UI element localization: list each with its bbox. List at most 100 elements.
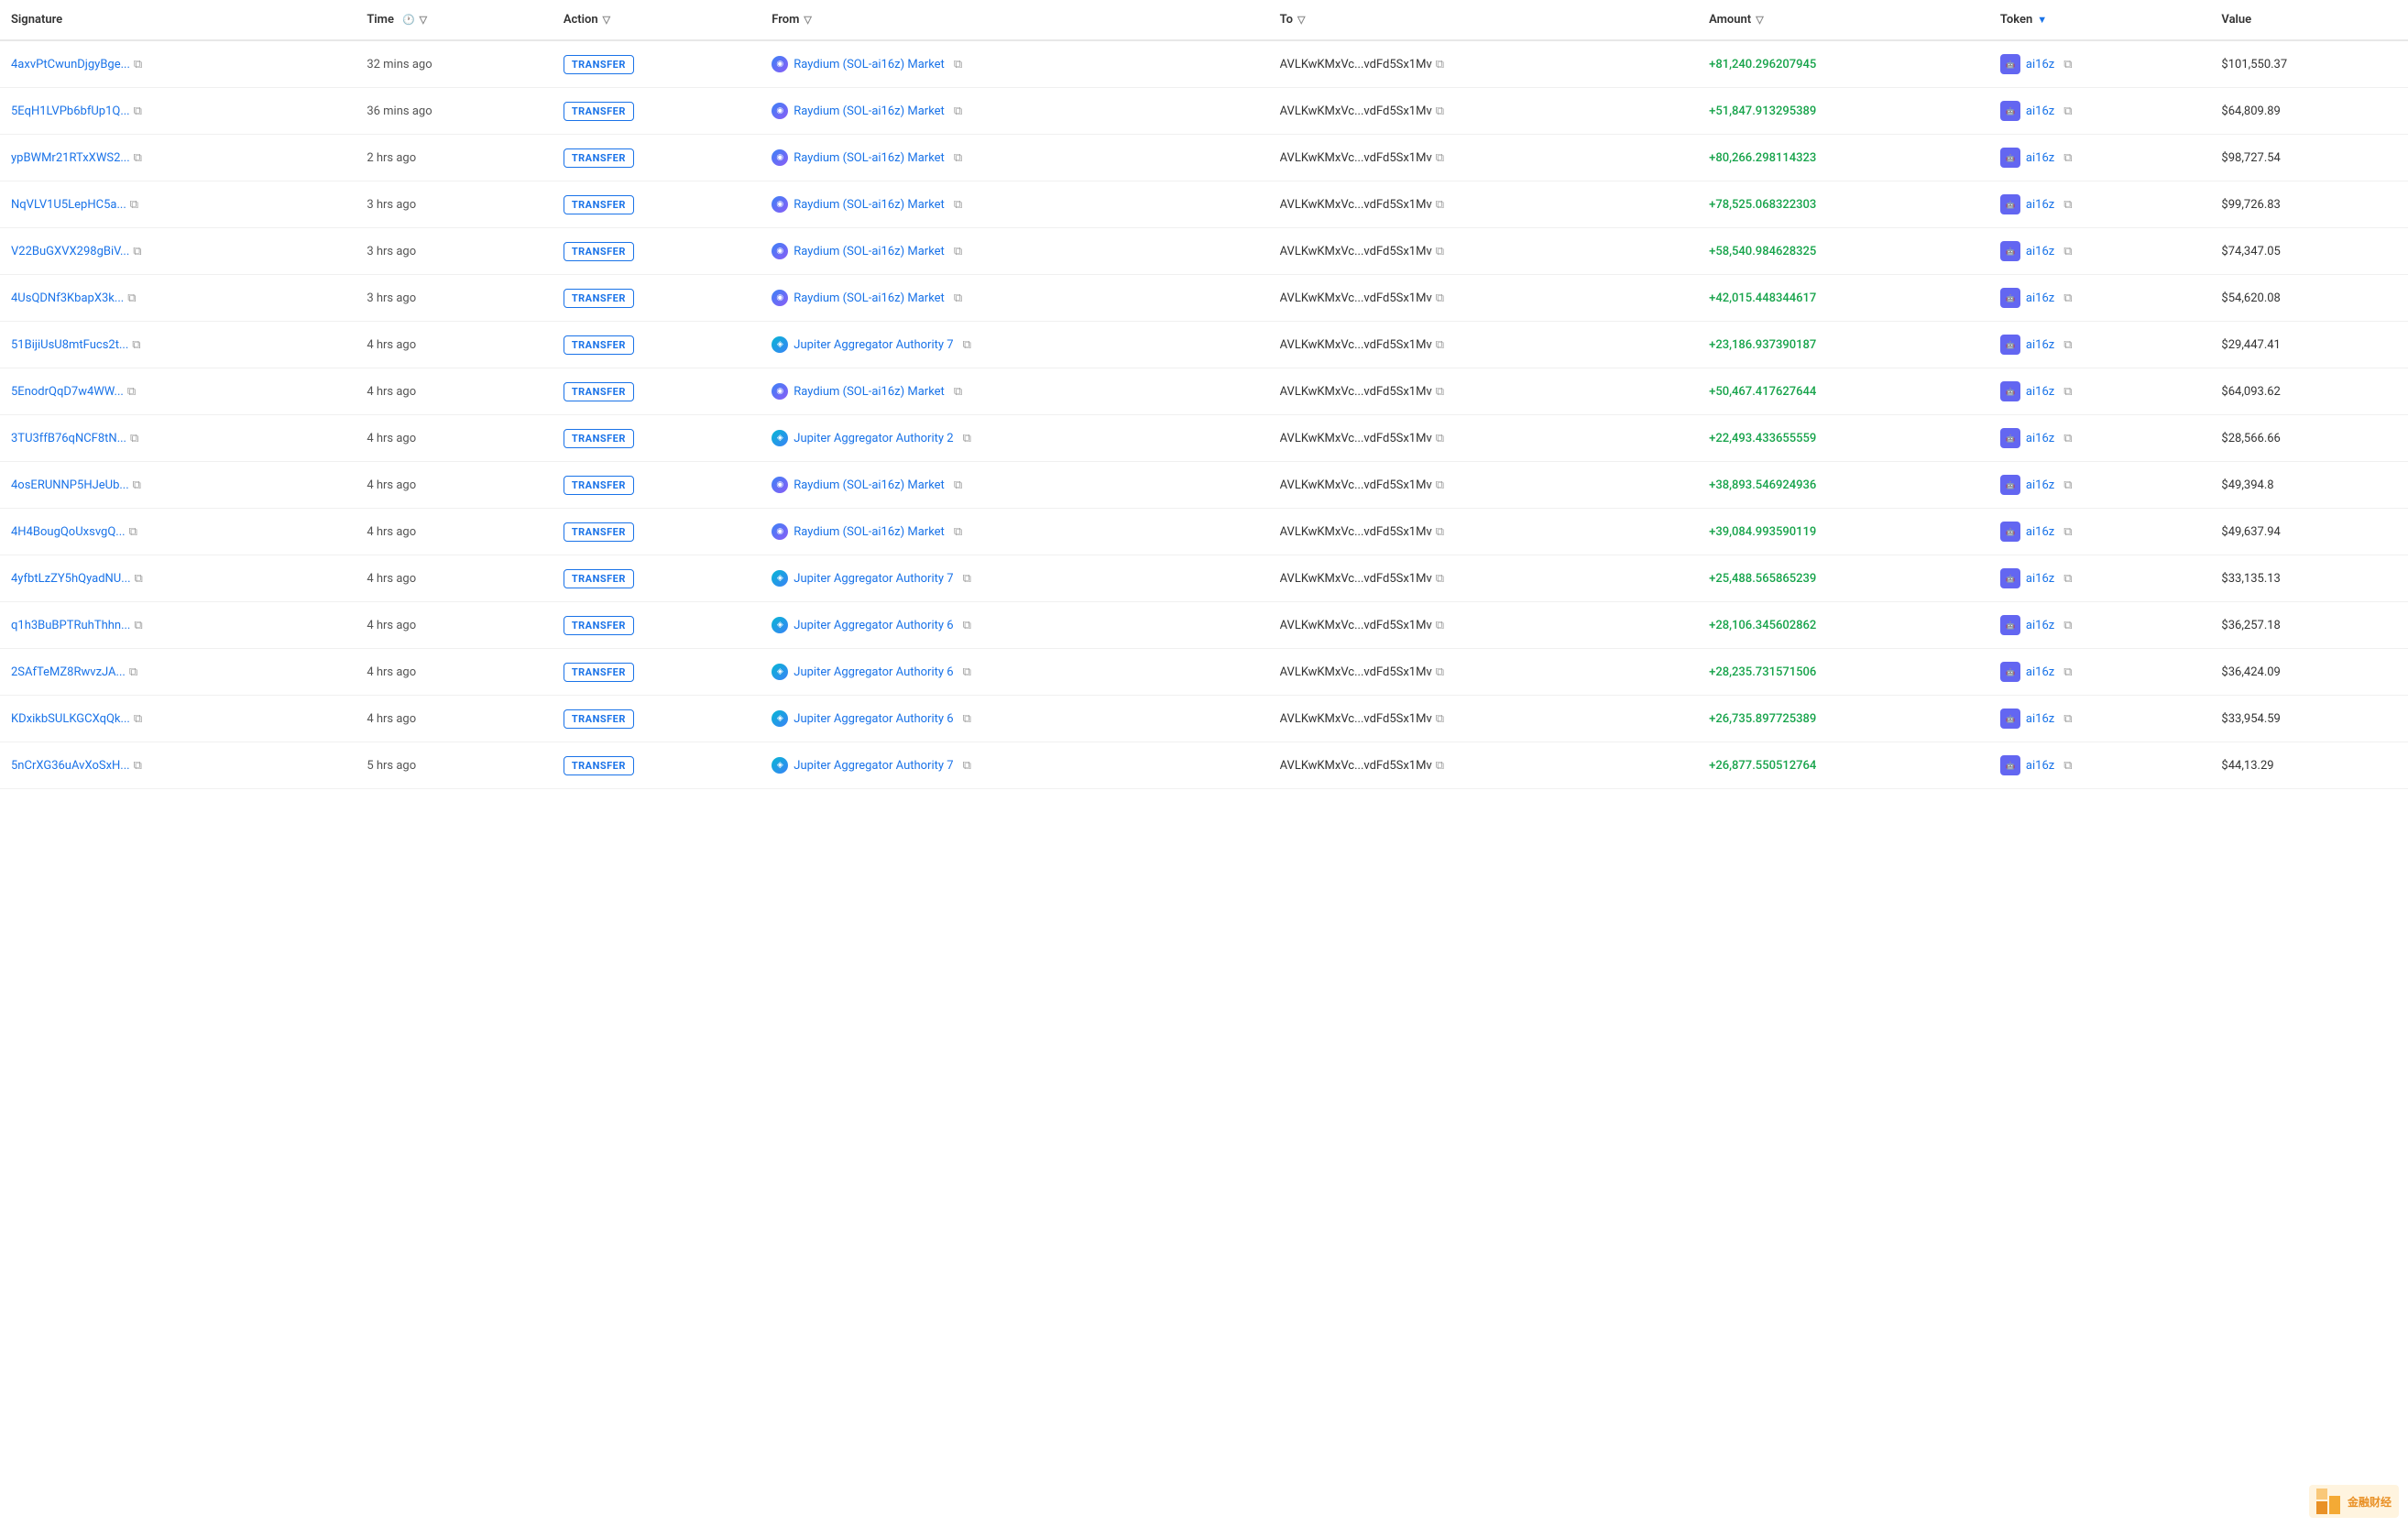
action-filter-icon[interactable]: ▽ <box>603 14 610 26</box>
signature-link[interactable]: 5EqH1LVPb6bfUp1Q... <box>11 104 130 118</box>
token-copy-icon[interactable]: ⧉ <box>2063 525 2076 538</box>
from-copy-icon[interactable]: ⧉ <box>963 665 976 678</box>
token-label-link[interactable]: ai16z <box>2026 151 2054 165</box>
copy-icon[interactable]: ⧉ <box>129 525 142 538</box>
token-copy-icon[interactable]: ⧉ <box>2063 198 2076 211</box>
to-copy-icon[interactable]: ⧉ <box>1436 198 1449 211</box>
token-copy-icon[interactable]: ⧉ <box>2063 385 2076 398</box>
token-copy-icon[interactable]: ⧉ <box>2063 759 2076 772</box>
from-address-link[interactable]: Jupiter Aggregator Authority 7 <box>794 759 953 773</box>
from-copy-icon[interactable]: ⧉ <box>963 432 976 445</box>
token-label-link[interactable]: ai16z <box>2026 245 2054 258</box>
signature-link[interactable]: KDxikbSULKGCXqQk... <box>11 712 130 726</box>
token-label-link[interactable]: ai16z <box>2026 432 2054 445</box>
to-copy-icon[interactable]: ⧉ <box>1436 619 1449 632</box>
from-copy-icon[interactable]: ⧉ <box>954 58 967 71</box>
token-filter-icon-active[interactable]: ▼ <box>2037 14 2047 26</box>
signature-link[interactable]: V22BuGXVX298gBiV... <box>11 245 129 258</box>
to-copy-icon[interactable]: ⧉ <box>1436 338 1449 351</box>
from-copy-icon[interactable]: ⧉ <box>963 759 976 772</box>
from-address-link[interactable]: Raydium (SOL-ai16z) Market <box>794 58 945 71</box>
to-copy-icon[interactable]: ⧉ <box>1436 665 1449 678</box>
token-copy-icon[interactable]: ⧉ <box>2063 58 2076 71</box>
copy-icon[interactable]: ⧉ <box>127 291 140 304</box>
copy-icon[interactable]: ⧉ <box>133 478 146 491</box>
token-label-link[interactable]: ai16z <box>2026 665 2054 679</box>
signature-link[interactable]: 2SAfTeMZ8RwvzJA... <box>11 665 126 679</box>
copy-icon[interactable]: ⧉ <box>134 712 147 725</box>
from-copy-icon[interactable]: ⧉ <box>954 151 967 164</box>
token-copy-icon[interactable]: ⧉ <box>2063 104 2076 117</box>
from-copy-icon[interactable]: ⧉ <box>954 104 967 117</box>
signature-link[interactable]: 3TU3ffB76qNCF8tN... <box>11 432 126 445</box>
transfer-badge[interactable]: TRANSFER <box>564 429 634 448</box>
from-copy-icon[interactable]: ⧉ <box>954 291 967 304</box>
token-copy-icon[interactable]: ⧉ <box>2063 665 2076 678</box>
from-copy-icon[interactable]: ⧉ <box>963 619 976 632</box>
transfer-badge[interactable]: TRANSFER <box>564 522 634 542</box>
transfer-badge[interactable]: TRANSFER <box>564 335 634 355</box>
signature-link[interactable]: 5EnodrQqD7w4WW... <box>11 385 124 399</box>
token-label-link[interactable]: ai16z <box>2026 58 2054 71</box>
token-label-link[interactable]: ai16z <box>2026 338 2054 352</box>
from-copy-icon[interactable]: ⧉ <box>963 712 976 725</box>
transfer-badge[interactable]: TRANSFER <box>564 476 634 495</box>
to-copy-icon[interactable]: ⧉ <box>1436 291 1449 304</box>
copy-icon[interactable]: ⧉ <box>134 759 147 772</box>
token-label-link[interactable]: ai16z <box>2026 619 2054 632</box>
from-address-link[interactable]: Raydium (SOL-ai16z) Market <box>794 385 945 399</box>
copy-icon[interactable]: ⧉ <box>133 245 146 258</box>
from-address-link[interactable]: Raydium (SOL-ai16z) Market <box>794 291 945 305</box>
copy-icon[interactable]: ⧉ <box>129 665 142 678</box>
to-copy-icon[interactable]: ⧉ <box>1436 712 1449 725</box>
to-copy-icon[interactable]: ⧉ <box>1436 245 1449 258</box>
signature-link[interactable]: 4axvPtCwunDjgyBge... <box>11 58 130 71</box>
signature-link[interactable]: 4yfbtLzZY5hQyadNU... <box>11 572 131 586</box>
copy-icon[interactable]: ⧉ <box>130 198 143 211</box>
from-address-link[interactable]: Jupiter Aggregator Authority 6 <box>794 619 953 632</box>
transfer-badge[interactable]: TRANSFER <box>564 148 634 168</box>
token-label-link[interactable]: ai16z <box>2026 198 2054 212</box>
time-filter-icon[interactable]: ▽ <box>420 14 427 26</box>
from-copy-icon[interactable]: ⧉ <box>954 385 967 398</box>
transfer-badge[interactable]: TRANSFER <box>564 55 634 74</box>
from-copy-icon[interactable]: ⧉ <box>963 572 976 585</box>
to-copy-icon[interactable]: ⧉ <box>1436 58 1449 71</box>
copy-icon[interactable]: ⧉ <box>134 619 147 632</box>
token-label-link[interactable]: ai16z <box>2026 291 2054 305</box>
to-copy-icon[interactable]: ⧉ <box>1436 151 1449 164</box>
transfer-badge[interactable]: TRANSFER <box>564 616 634 635</box>
signature-link[interactable]: NqVLV1U5LepHC5a... <box>11 198 126 212</box>
copy-icon[interactable]: ⧉ <box>127 385 140 398</box>
token-copy-icon[interactable]: ⧉ <box>2063 619 2076 632</box>
signature-link[interactable]: 4osERUNNP5HJeUb... <box>11 478 129 492</box>
from-copy-icon[interactable]: ⧉ <box>954 198 967 211</box>
from-copy-icon[interactable]: ⧉ <box>963 338 976 351</box>
from-address-link[interactable]: Jupiter Aggregator Authority 7 <box>794 338 953 352</box>
token-copy-icon[interactable]: ⧉ <box>2063 291 2076 304</box>
transfer-badge[interactable]: TRANSFER <box>564 663 634 682</box>
token-copy-icon[interactable]: ⧉ <box>2063 432 2076 445</box>
copy-icon[interactable]: ⧉ <box>130 432 143 445</box>
transfer-badge[interactable]: TRANSFER <box>564 242 634 261</box>
to-copy-icon[interactable]: ⧉ <box>1436 385 1449 398</box>
copy-icon[interactable]: ⧉ <box>134 58 147 71</box>
transfer-badge[interactable]: TRANSFER <box>564 195 634 214</box>
token-label-link[interactable]: ai16z <box>2026 104 2054 118</box>
to-copy-icon[interactable]: ⧉ <box>1436 432 1449 445</box>
signature-link[interactable]: 4H4BougQoUxsvgQ... <box>11 525 126 539</box>
to-copy-icon[interactable]: ⧉ <box>1436 104 1449 117</box>
to-filter-icon[interactable]: ▽ <box>1297 14 1305 26</box>
signature-link[interactable]: 5nCrXG36uAvXoSxH... <box>11 759 130 773</box>
to-copy-icon[interactable]: ⧉ <box>1436 525 1449 538</box>
token-copy-icon[interactable]: ⧉ <box>2063 478 2076 491</box>
token-copy-icon[interactable]: ⧉ <box>2063 245 2076 258</box>
copy-icon[interactable]: ⧉ <box>134 104 147 117</box>
token-copy-icon[interactable]: ⧉ <box>2063 338 2076 351</box>
amount-filter-icon[interactable]: ▽ <box>1756 14 1763 26</box>
token-copy-icon[interactable]: ⧉ <box>2063 572 2076 585</box>
from-address-link[interactable]: Raydium (SOL-ai16z) Market <box>794 104 945 118</box>
from-address-link[interactable]: Raydium (SOL-ai16z) Market <box>794 151 945 165</box>
from-filter-icon[interactable]: ▽ <box>804 14 811 26</box>
signature-link[interactable]: 4UsQDNf3KbapX3k... <box>11 291 124 305</box>
